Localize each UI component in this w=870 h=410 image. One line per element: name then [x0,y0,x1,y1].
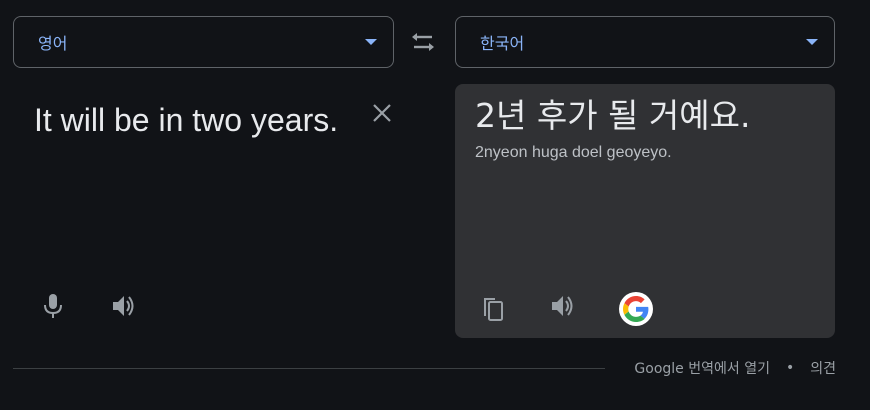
footer: Google 번역에서 열기 • 의견 [634,358,836,378]
romanization-text: 2nyeon huga doel geoyeyo. [475,144,672,161]
chevron-down-icon [806,39,818,45]
google-logo-button[interactable] [619,292,653,326]
translation-output-panel: 2년 후가 될 거예요. 2nyeon huga doel geoyeyo. [455,84,835,338]
chevron-down-icon [365,39,377,45]
target-language-select[interactable]: 한국어 [455,16,835,68]
source-text-input[interactable]: It will be in two years. [34,96,354,144]
footer-separator: • [785,360,795,376]
swap-languages-button[interactable] [408,30,438,54]
open-in-translate-link[interactable]: Google 번역에서 열기 [634,358,770,378]
source-language-label: 영어 [38,34,68,53]
copy-translation-button[interactable] [481,294,505,322]
close-icon [373,104,391,122]
voice-input-button[interactable] [40,292,66,320]
translated-text: 2년 후가 될 거예요. [475,96,751,135]
swap-icon [412,33,434,51]
clear-text-button[interactable] [369,100,395,126]
listen-translation-button[interactable] [549,292,577,320]
google-logo-icon [623,296,649,322]
speaker-icon [552,296,573,316]
microphone-icon [44,294,62,318]
feedback-link[interactable]: 의견 [810,358,836,378]
listen-source-button[interactable] [110,292,138,320]
speaker-icon [113,296,134,316]
copy-icon [484,298,503,321]
footer-divider [13,368,605,369]
source-language-select[interactable]: 영어 [13,16,394,68]
target-language-label: 한국어 [480,34,525,53]
